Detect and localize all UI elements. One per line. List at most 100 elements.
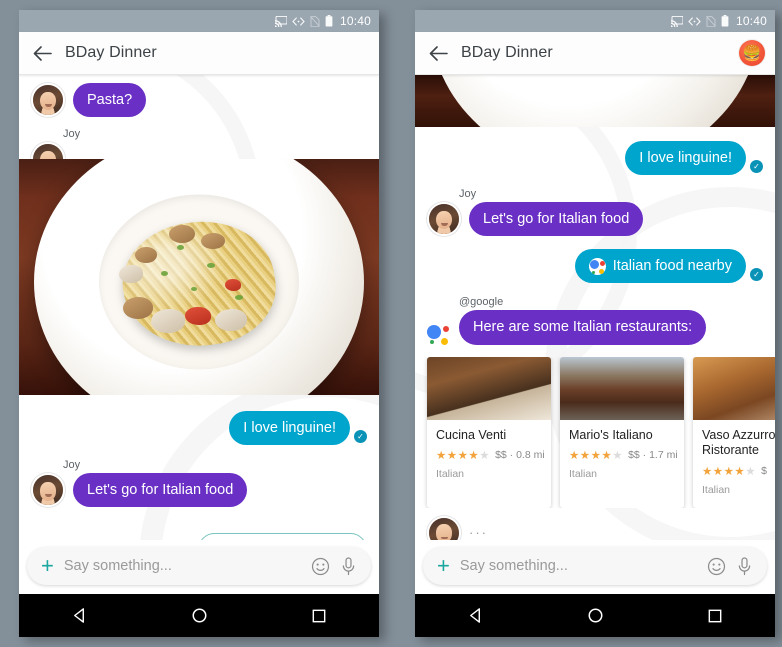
message-bubble[interactable]: Let's go for Italian food — [73, 473, 248, 508]
nav-recents-button[interactable] — [289, 594, 349, 637]
restaurant-photo — [427, 356, 551, 420]
delivered-check-icon: ✓ — [750, 160, 763, 174]
message-bubble[interactable]: I love linguine! — [229, 411, 350, 446]
nav-recents-button[interactable] — [685, 594, 745, 637]
status-bar-icons — [670, 15, 729, 27]
message-bubble[interactable]: Pasta? — [73, 83, 147, 118]
message-row: I love linguine! ✓ — [19, 411, 379, 446]
microphone-icon[interactable] — [736, 556, 753, 576]
back-button[interactable] — [425, 40, 451, 66]
developer-options-icon — [292, 16, 305, 26]
google-assistant-icon — [427, 323, 449, 345]
android-nav-bar — [19, 594, 379, 637]
rating-stars: ★★★★★ — [569, 450, 624, 463]
add-attachment-button[interactable]: + — [437, 555, 450, 577]
typing-dots: ··· — [469, 525, 488, 541]
burger-emoji: 🍔 — [742, 44, 762, 62]
message-input[interactable]: Say something... — [64, 558, 301, 574]
composer-right: + Say something... — [415, 540, 775, 594]
price-distance: $ — [761, 464, 767, 477]
food-bit — [151, 309, 185, 334]
page-title: BDay Dinner — [65, 44, 157, 61]
status-bar-clock: 10:40 — [339, 14, 371, 28]
nav-home-button[interactable] — [565, 594, 625, 637]
restaurant-meta: ★★★★★ $$ · 0.8 mi — [436, 448, 545, 463]
nav-back-button[interactable] — [445, 594, 505, 637]
plate-shape — [430, 75, 760, 127]
status-bar-right: 10:40 — [415, 10, 775, 32]
food-bit — [225, 279, 241, 292]
message-bubble[interactable]: Let's go for Italian food — [469, 202, 644, 237]
microphone-icon[interactable] — [340, 556, 357, 576]
food-bit — [135, 247, 157, 264]
food-bit — [123, 297, 153, 320]
emoji-icon[interactable] — [707, 557, 726, 576]
no-sim-icon — [310, 15, 320, 27]
phone-left-screen: 10:40 BDay Dinner Cute dog! 🍔 — [19, 10, 379, 637]
restaurant-category: Italian — [702, 483, 731, 496]
avatar[interactable]: 🍔 — [739, 40, 765, 66]
restaurant-info: Vaso Azzurro Ristorante ★★★★★ $ Italian — [693, 420, 775, 508]
composer-bar[interactable]: + Say something... — [423, 547, 767, 585]
rating-stars: ★★★★★ — [436, 450, 491, 463]
restaurant-name: Cucina Venti — [436, 427, 507, 442]
sender-name: Joy — [459, 188, 477, 201]
composer-left: + Say something... — [19, 540, 379, 594]
rating-stars: ★★★★★ — [702, 465, 757, 478]
add-attachment-button[interactable]: + — [41, 555, 54, 577]
restaurant-meta: ★★★★★ $ — [702, 464, 775, 478]
conversation-left: Pasta? Joy I love linguine! ✓ Joy Let's … — [19, 75, 379, 580]
delivered-check-icon: ✓ — [750, 268, 763, 282]
food-bit — [201, 233, 225, 250]
composer-bar[interactable]: + Say something... — [27, 547, 371, 585]
delivered-check-icon: ✓ — [354, 430, 367, 444]
nav-back-button[interactable] — [49, 594, 109, 637]
message-photo[interactable] — [19, 159, 379, 396]
avatar[interactable] — [427, 202, 461, 237]
message-input[interactable]: Say something... — [460, 558, 697, 574]
arrow-left-icon — [33, 45, 52, 61]
message-row: Pasta? — [19, 83, 379, 118]
food-bit — [215, 309, 247, 332]
app-bar-left: BDay Dinner — [19, 32, 379, 75]
message-row: I love linguine! ✓ — [415, 141, 775, 176]
avatar[interactable] — [31, 83, 65, 118]
message-bubble[interactable]: I love linguine! — [625, 141, 746, 176]
battery-icon — [325, 15, 333, 27]
restaurant-card[interactable]: Vaso Azzurro Ristorante ★★★★★ $ Italian — [693, 356, 775, 508]
message-row: Let's go for Italian food — [415, 202, 775, 237]
avatar[interactable] — [31, 473, 65, 508]
back-button[interactable] — [29, 40, 55, 66]
food-bit — [119, 265, 143, 284]
message-photo-partial[interactable] — [415, 75, 775, 127]
nav-home-button[interactable] — [169, 594, 229, 637]
restaurant-carousel[interactable]: Cucina Venti ★★★★★ $$ · 0.8 mi Italian M… — [415, 356, 775, 508]
phone-left: 10:40 BDay Dinner Cute dog! 🍔 — [19, 10, 379, 637]
page-title: BDay Dinner — [461, 44, 553, 61]
restaurant-name: Mario's Italiano — [569, 427, 653, 442]
message-row: Let's go for Italian food — [19, 473, 379, 508]
restaurant-photo — [560, 356, 684, 420]
status-bar-left: 10:40 — [19, 10, 379, 32]
restaurant-photo — [693, 356, 775, 420]
restaurant-card[interactable]: Mario's Italiano ★★★★★ $$ · 1.7 mi Itali… — [560, 356, 684, 508]
message-bubble-assistant-query[interactable]: Italian food nearby — [574, 249, 746, 284]
no-sim-icon — [706, 15, 716, 27]
emoji-icon[interactable] — [311, 557, 330, 576]
message-bubble[interactable]: Here are some Italian restaurants: — [459, 310, 707, 345]
price-distance: $$ · 1.7 mi — [628, 449, 678, 462]
sender-name: @google — [459, 296, 504, 309]
developer-options-icon — [688, 16, 701, 26]
phone-right: 10:40 BDay Dinner 🍔 I love linguine! ✓ J… — [415, 10, 775, 637]
restaurant-card[interactable]: Cucina Venti ★★★★★ $$ · 0.8 mi Italian — [427, 356, 551, 508]
